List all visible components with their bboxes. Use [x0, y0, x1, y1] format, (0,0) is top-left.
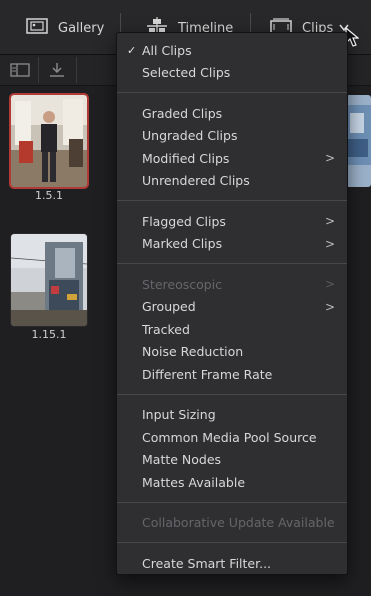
menu-item-label: Matte Nodes — [142, 452, 222, 467]
toolbar-divider — [76, 57, 77, 83]
download-icon[interactable] — [46, 60, 68, 80]
gallery-label: Gallery — [58, 20, 105, 36]
menu-item-label: Tracked — [142, 321, 190, 337]
chevron-right-icon: > — [324, 299, 335, 314]
menu-item-label: Mattes Available — [142, 474, 246, 490]
menu-item-tracked[interactable]: Tracked — [117, 318, 347, 340]
checkmark-icon: ✓ — [127, 43, 137, 57]
menu-separator — [117, 263, 347, 264]
color-page-panel: Gallery Timeline Clips 1.5.1 1.15.1 ✓ Al… — [0, 0, 371, 596]
menu-item-common-media-pool-source[interactable]: Common Media Pool Source — [117, 426, 347, 448]
menu-item-graded-clips[interactable]: Graded Clips — [117, 102, 347, 124]
menu-item-noise-reduction[interactable]: Noise Reduction — [117, 341, 347, 363]
panel-layout-icon[interactable] — [9, 60, 31, 80]
menu-item-label: Noise Reduction — [142, 344, 244, 359]
menu-item-label: Common Media Pool Source — [142, 429, 317, 445]
menu-separator — [117, 501, 347, 503]
toolbar-divider — [38, 57, 39, 83]
menu-item-mattes-available[interactable]: Mattes Available — [117, 471, 347, 493]
menu-separator — [117, 393, 347, 395]
clip-thumbnail[interactable] — [9, 93, 89, 189]
menu-item-label: Input Sizing — [142, 407, 216, 422]
menu-item-label: Stereoscopic — [142, 276, 223, 292]
menu-item-input-sizing[interactable]: Input Sizing — [117, 404, 347, 426]
menu-item-unrendered-clips[interactable]: Unrendered Clips — [117, 170, 347, 192]
menu-item-selected-clips[interactable]: Selected Clips — [117, 62, 347, 84]
chevron-right-icon: > — [324, 151, 335, 165]
chevron-right-icon: > — [324, 236, 335, 251]
menu-item-collaborative-update-available: Collaborative Update Available — [117, 512, 347, 534]
menu-item-label: Flagged Clips — [142, 213, 226, 229]
menu-item-all-clips[interactable]: ✓ All Clips — [117, 39, 347, 61]
menu-item-label: Unrendered Clips — [142, 173, 250, 188]
clip-thumbnail-image — [346, 95, 371, 187]
menu-item-label: Different Frame Rate — [142, 366, 273, 382]
menu-item-matte-nodes[interactable]: Matte Nodes — [117, 449, 347, 471]
menu-separator — [117, 200, 347, 201]
clip-thumbnail-image — [11, 95, 87, 187]
clip-label: 1.15.1 — [31, 328, 67, 341]
menu-item-marked-clips[interactable]: Marked Clips > — [117, 233, 347, 255]
menu-item-label: Ungraded Clips — [142, 128, 238, 143]
menu-item-label: All Clips — [142, 42, 192, 58]
menu-item-stereoscopic: Stereoscopic > — [117, 273, 347, 295]
menu-separator — [117, 92, 347, 93]
menu-item-label: Create Smart Filter... — [142, 555, 272, 571]
clip-thumbnail[interactable] — [346, 95, 371, 187]
chevron-right-icon: > — [324, 277, 335, 291]
menu-item-label: Marked Clips — [142, 236, 223, 251]
chevron-right-icon: > — [324, 214, 335, 228]
menu-item-label: Graded Clips — [142, 105, 223, 121]
menu-item-create-smart-filter[interactable]: Create Smart Filter... — [117, 552, 347, 574]
menu-item-flagged-clips[interactable]: Flagged Clips > — [117, 210, 347, 232]
menu-item-ungraded-clips[interactable]: Ungraded Clips — [117, 125, 347, 147]
menu-item-label: Grouped — [142, 299, 196, 314]
menu-item-different-frame-rate[interactable]: Different Frame Rate — [117, 363, 347, 385]
clip-label: 1.5.1 — [35, 189, 63, 202]
menu-item-label: Modified Clips — [142, 150, 230, 166]
clip-thumbnail[interactable] — [10, 233, 88, 327]
menu-separator — [117, 542, 347, 543]
menu-item-label: Selected Clips — [142, 65, 231, 80]
menu-item-grouped[interactable]: Grouped > — [117, 296, 347, 318]
clip-thumbnail-image — [11, 234, 87, 326]
gallery-icon — [26, 18, 48, 38]
clips-filter-menu: ✓ All Clips Selected Clips Graded Clips Ungr… — [116, 32, 348, 575]
menu-item-label: Collaborative Update Available — [142, 515, 335, 530]
gallery-button[interactable]: Gallery — [26, 14, 104, 42]
menu-item-modified-clips[interactable]: Modified Clips > — [117, 147, 347, 169]
